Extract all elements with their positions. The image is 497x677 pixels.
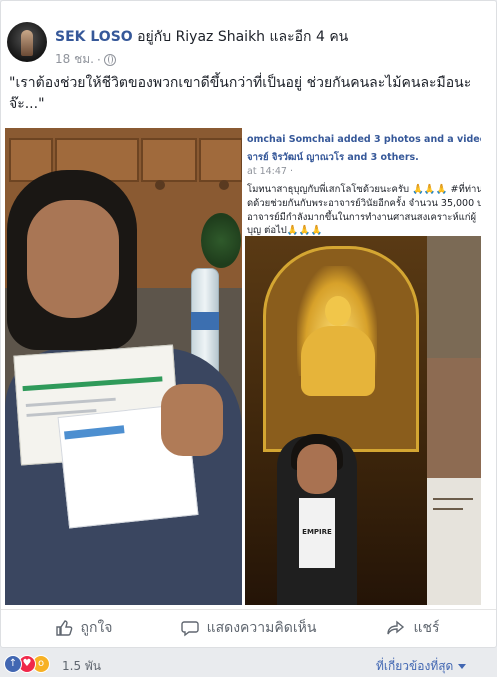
shot-line-4: โมทนาสาธุบุญกับพี่เสกโลโซด้วยนะครับ 🙏🙏🙏 … bbox=[247, 184, 481, 195]
share-button[interactable]: แชร์ bbox=[331, 610, 496, 646]
thumbs-up-icon bbox=[55, 620, 72, 636]
shot-line-2: จารย์ จิรวัฒน์ ญาณวโร and 3 others. bbox=[247, 152, 419, 163]
shot-line-1: omchai Somchai added 3 photos and a vide… bbox=[247, 134, 481, 145]
share-icon bbox=[387, 620, 405, 635]
comment-button[interactable]: แสดงความคิดเห็น bbox=[166, 610, 331, 646]
post-card: SEK LOSO อยู่กับ Riyaz Shaikh และอีก 4 ค… bbox=[0, 0, 497, 648]
person-face bbox=[27, 200, 119, 318]
photo-collage[interactable]: omchai Somchai added 3 photos and a vide… bbox=[245, 128, 481, 605]
shot-line-3: at 14:47 · bbox=[247, 166, 293, 177]
post-time[interactable]: 18 ชม. bbox=[55, 50, 94, 69]
globe-icon[interactable] bbox=[103, 53, 116, 66]
reactions-footer: ↑ ♥ o 1.5 พัน ที่เกี่ยวข้องที่สุด bbox=[0, 647, 497, 677]
side-photo-3[interactable] bbox=[427, 478, 481, 605]
christmas-decoration bbox=[201, 213, 241, 268]
share-label: แชร์ bbox=[413, 620, 440, 636]
shot-line-5: ดด้วยช่วยกันกับพระอาจารย์วินัยอีกครั้ง จ… bbox=[247, 198, 481, 209]
like-reaction-icon: ↑ bbox=[4, 655, 22, 673]
post-meta: 18 ชม. · bbox=[55, 50, 116, 69]
like-button[interactable]: ถูกใจ bbox=[1, 610, 166, 646]
comment-label: แสดงความคิดเห็น bbox=[206, 620, 317, 636]
author-avatar[interactable] bbox=[7, 22, 47, 62]
post-caption: "เราต้องช่วยให้ชีวิตของพวกเขาดีขึ้นกว่าท… bbox=[9, 75, 472, 112]
buddha-statue bbox=[325, 296, 351, 326]
comment-sort-dropdown[interactable]: ที่เกี่ยวข้องที่สุด bbox=[376, 657, 467, 676]
meta-separator: · bbox=[96, 52, 101, 67]
photo-selfie[interactable] bbox=[5, 128, 242, 605]
reaction-icons[interactable]: ↑ ♥ o bbox=[4, 655, 50, 673]
person-hand bbox=[161, 384, 223, 456]
like-label: ถูกใจ bbox=[80, 620, 113, 636]
comment-icon bbox=[180, 621, 199, 637]
sort-label: ที่เกี่ยวข้องที่สุด bbox=[376, 659, 454, 673]
tagged-people[interactable]: อยู่กับ Riyaz Shaikh และอีก 4 คน bbox=[137, 29, 348, 45]
caret-down-icon bbox=[458, 664, 467, 669]
shared-post-screenshot: omchai Somchai added 3 photos and a vide… bbox=[245, 128, 481, 237]
tee-print: EMPIRE bbox=[302, 528, 332, 536]
temple-photo: EMPIRE bbox=[245, 236, 427, 605]
side-photo-1[interactable] bbox=[427, 236, 481, 358]
action-bar: ถูกใจ แสดงความคิดเห็น แชร์ bbox=[1, 609, 496, 646]
post-header: SEK LOSO อยู่กับ Riyaz Shaikh และอีก 4 ค… bbox=[55, 26, 348, 48]
side-photo-2[interactable] bbox=[427, 358, 481, 478]
reaction-count[interactable]: 1.5 พัน bbox=[62, 657, 101, 676]
author-name[interactable]: SEK LOSO bbox=[55, 29, 133, 45]
